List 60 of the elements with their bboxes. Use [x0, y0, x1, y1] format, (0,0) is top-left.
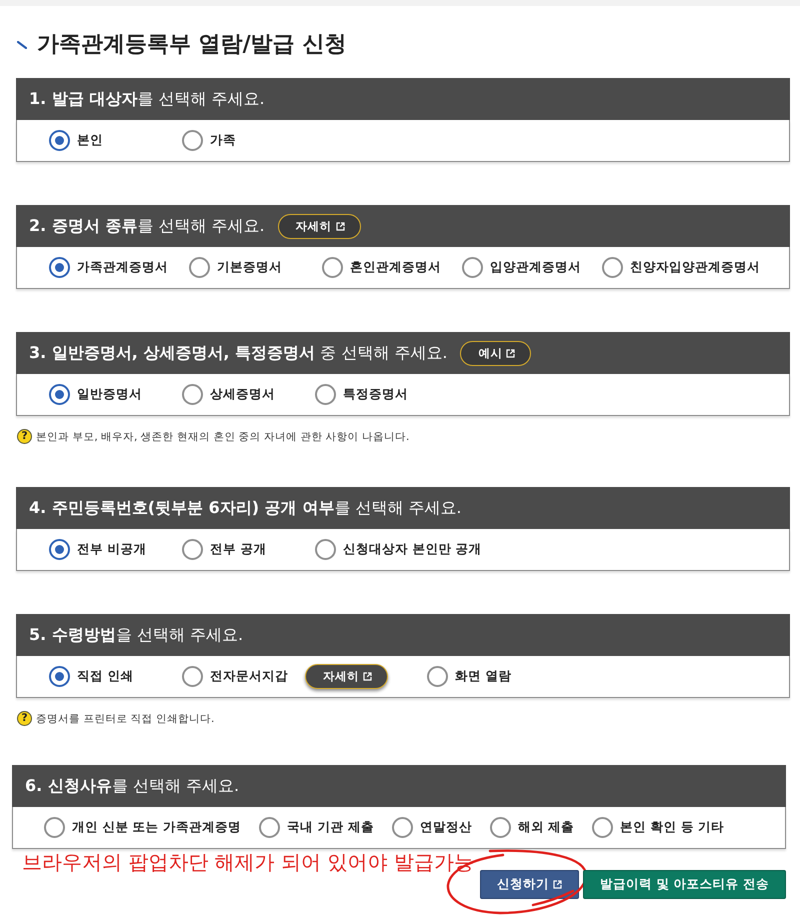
option-label: 특정증명서	[343, 386, 408, 403]
radio-button[interactable]	[315, 384, 336, 405]
option-label: 혼인관계증명서	[350, 259, 441, 276]
option-label: 화면 열람	[455, 668, 512, 685]
option-label: 전자문서지갑	[210, 668, 288, 685]
title-marker-icon	[17, 41, 27, 49]
help-icon: ?	[17, 711, 32, 726]
section-heading: 2. 증명서 종류를 선택해 주세요.	[29, 216, 265, 236]
radio-button[interactable]	[44, 817, 65, 838]
radio-button[interactable]	[462, 257, 483, 278]
radio-button[interactable]	[49, 539, 70, 560]
option-label: 가족	[210, 132, 236, 149]
section-heading: 5. 수령방법을 선택해 주세요.	[29, 624, 244, 646]
radio-button[interactable]	[49, 130, 70, 151]
info-button[interactable]: 예시	[460, 340, 532, 366]
note-text: 증명서를 프린터로 직접 인쇄합니다.	[36, 712, 214, 726]
option-label: 전부 비공개	[77, 541, 146, 558]
option-label: 본인 확인 등 기타	[620, 819, 724, 836]
section-heading: 3. 일반증명서, 상세증명서, 특정증명서 중 선택해 주세요.	[29, 342, 448, 364]
radio-button[interactable]	[315, 539, 336, 560]
radio-button[interactable]	[189, 257, 210, 278]
radio-button[interactable]	[182, 539, 203, 560]
radio-button[interactable]	[259, 817, 280, 838]
option-label: 직접 인쇄	[77, 668, 134, 685]
radio-button[interactable]	[49, 666, 70, 687]
send-button[interactable]: 발급이력 및 아포스티유 전송	[582, 870, 786, 899]
option-label: 전부 공개	[210, 541, 266, 558]
submit-button[interactable]: 신청하기	[480, 870, 579, 899]
radio-button[interactable]	[182, 666, 203, 687]
info-button[interactable]: 자세히	[278, 214, 361, 238]
option-label: 해외 제출	[518, 819, 574, 836]
radio-button[interactable]	[182, 130, 203, 151]
radio-button[interactable]	[182, 384, 203, 405]
radio-button[interactable]	[490, 817, 511, 838]
option-label: 일반증명서	[77, 386, 142, 403]
radio-button[interactable]	[49, 384, 70, 405]
option-label: 입양관계증명서	[490, 259, 581, 276]
option-label: 기본증명서	[217, 259, 282, 276]
section-heading: 4. 주민등록번호(뒷부분 6자리) 공개 여부를 선택해 주세요.	[29, 498, 462, 518]
radio-button[interactable]	[592, 817, 614, 838]
option-label: 상세증명서	[210, 386, 275, 403]
radio-button[interactable]	[49, 257, 70, 278]
option-label: 국내 기관 제출	[287, 819, 374, 836]
section-heading: 6. 신청사유를 선택해 주세요.	[25, 776, 240, 796]
radio-button[interactable]	[392, 817, 413, 838]
option-label: 친양자입양관계증명서	[630, 259, 760, 276]
note-text: 본인과 부모, 배우자, 생존한 현재의 혼인 중의 자녀에 관한 사항이 나옵니다.	[36, 430, 410, 444]
option-label: 개인 신분 또는 가족관계증명	[72, 819, 242, 836]
page-title: 가족관계등록부 열람/발급 신청	[37, 31, 346, 59]
option-label: 연말정산	[420, 819, 472, 836]
radio-button[interactable]	[427, 666, 448, 687]
radio-button[interactable]	[322, 257, 343, 278]
annotation-text: 브라우저의 팝업차단 해제가 되어 있어야 발급가능	[22, 849, 474, 876]
info-button[interactable]: 자세히	[305, 664, 388, 689]
help-icon: ?	[17, 429, 32, 444]
option-label: 본인	[77, 132, 103, 149]
section-heading: 1. 발급 대상자를 선택해 주세요.	[29, 88, 265, 110]
option-label: 신청대상자 본인만 공개	[343, 541, 482, 558]
radio-button[interactable]	[602, 257, 623, 278]
option-label: 가족관계증명서	[77, 259, 168, 276]
